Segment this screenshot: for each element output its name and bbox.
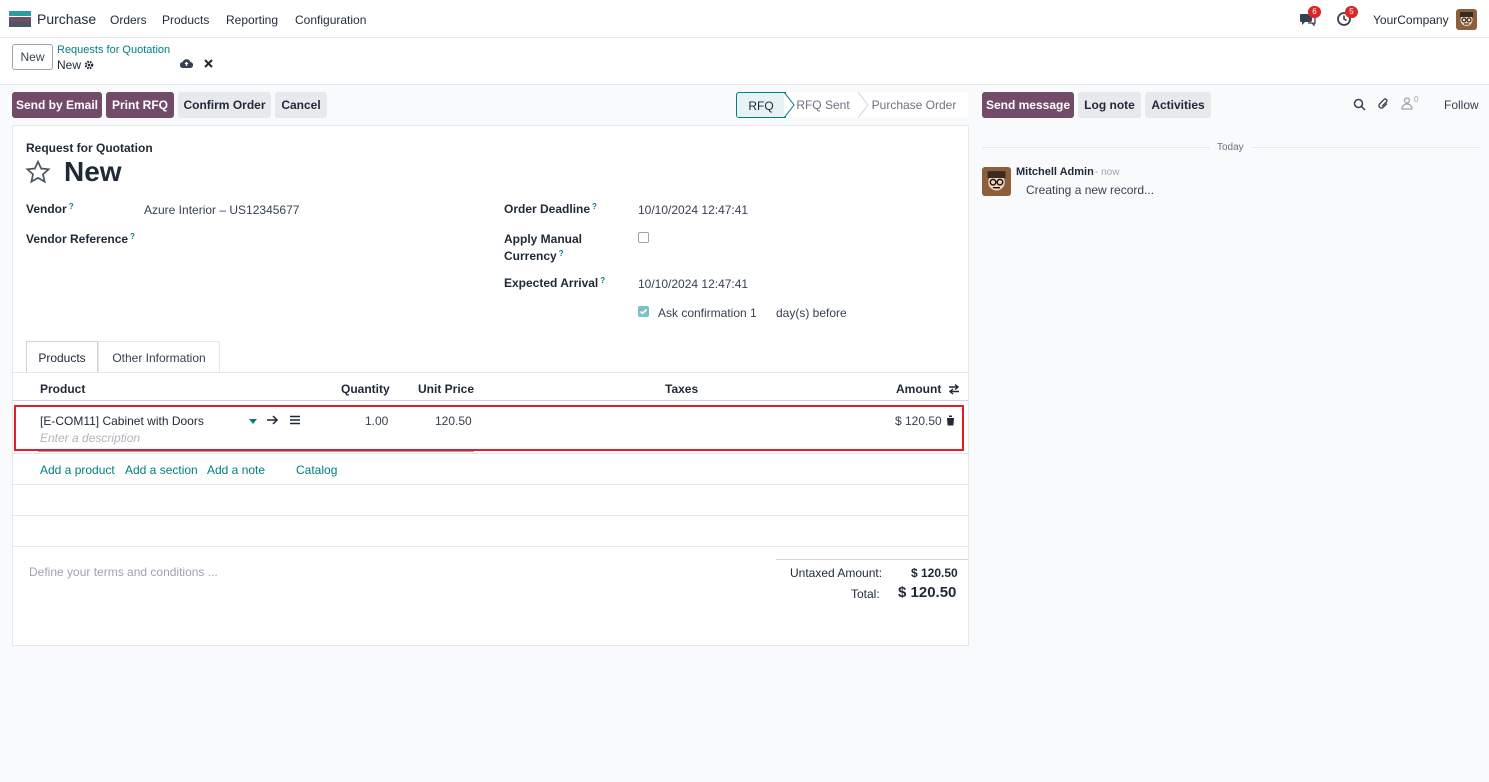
message-author[interactable]: Mitchell Admin [1016, 166, 1094, 178]
user-avatar[interactable] [1456, 9, 1477, 30]
untaxed-amount-value: $ 120.50 [911, 566, 958, 580]
col-unit-price[interactable]: Unit Price [418, 382, 474, 396]
product-line-unit-price[interactable]: 120.50 [435, 414, 472, 428]
chevron-down-icon[interactable] [249, 419, 257, 424]
status-rfq[interactable]: RFQ [736, 92, 786, 118]
save-cloud-icon[interactable] [179, 58, 194, 69]
message-body: Creating a new record... [1026, 183, 1155, 197]
col-quantity[interactable]: Quantity [341, 382, 390, 396]
breadcrumb-current: New [57, 58, 82, 72]
tabs-divider [13, 372, 968, 373]
message-time: - now [1095, 167, 1120, 178]
messages-icon[interactable]: 6 [1299, 6, 1321, 27]
control-panel: New Requests for Quotation New [0, 38, 1489, 85]
product-line-quantity[interactable]: 1.00 [365, 414, 388, 428]
vendor-label: Vendor? [26, 202, 74, 216]
catalog-link[interactable]: Catalog [296, 463, 337, 477]
product-line-row-highlight[interactable] [14, 405, 964, 451]
col-amount[interactable]: Amount [896, 382, 941, 396]
product-line-product-field[interactable]: [E-COM11] Cabinet with Doors [40, 414, 204, 428]
activities-button[interactable]: Activities [1145, 92, 1211, 118]
followers-user-icon[interactable] [1401, 97, 1413, 110]
paperclip-icon[interactable] [1377, 97, 1390, 111]
status-rfq-sent[interactable]: RFQ Sent [786, 92, 860, 118]
app-logo-icon[interactable] [9, 11, 31, 27]
record-title[interactable]: New [64, 156, 122, 188]
gear-icon[interactable] [84, 59, 94, 70]
new-button[interactable]: New [12, 44, 53, 70]
date-separator-line-left [982, 147, 1210, 148]
tab-products[interactable]: Products [26, 341, 98, 373]
col-taxes[interactable]: Taxes [665, 382, 698, 396]
search-icon[interactable] [1353, 98, 1366, 111]
tab-other-information[interactable]: Other Information [98, 341, 220, 373]
activities-badge: 5 [1345, 6, 1358, 18]
expected-arrival-field[interactable]: 10/10/2024 12:47:41 [638, 277, 748, 291]
manual-currency-label-1: Apply Manual [504, 232, 583, 246]
add-product-link[interactable]: Add a product [40, 463, 115, 477]
add-section-link[interactable]: Add a section [125, 463, 198, 477]
activities-clock-icon[interactable]: 5 [1336, 6, 1358, 27]
star-priority-icon[interactable] [25, 159, 51, 185]
cancel-button[interactable]: Cancel [275, 92, 327, 118]
optional-columns-icon[interactable] [948, 383, 960, 395]
add-note-link[interactable]: Add a note [207, 463, 265, 477]
ask-confirmation-days-input[interactable]: 1 [750, 306, 757, 320]
manual-currency-checkbox[interactable] [638, 232, 649, 243]
empty-row-divider-3 [13, 546, 968, 547]
messages-badge: 6 [1308, 6, 1321, 18]
log-note-button[interactable]: Log note [1078, 92, 1141, 118]
total-label: Total: [851, 587, 880, 601]
total-value: $ 120.50 [898, 584, 957, 601]
days-before-label: day(s) before [776, 306, 847, 320]
follow-button[interactable]: Follow [1444, 98, 1479, 112]
arrow-right-icon[interactable] [267, 415, 279, 425]
ask-confirmation-checkbox[interactable] [638, 306, 649, 317]
bars-menu-icon[interactable] [290, 415, 300, 425]
print-rfq-button[interactable]: Print RFQ [106, 92, 174, 118]
status-arrow-1 [784, 92, 795, 118]
top-navbar: Purchase Orders Products Reporting Confi… [0, 0, 1489, 38]
vendor-reference-label: Vendor Reference? [26, 232, 135, 246]
product-line-amount: $ 120.50 [895, 414, 942, 428]
discard-close-icon[interactable] [203, 58, 214, 69]
send-message-button[interactable]: Send message [982, 92, 1074, 118]
description-underline [38, 451, 474, 452]
status-arrow-2 [858, 92, 869, 118]
date-separator-line-right [1252, 147, 1480, 148]
menu-configuration[interactable]: Configuration [295, 13, 366, 27]
product-line-description-input[interactable]: Enter a description [40, 431, 140, 445]
menu-orders[interactable]: Orders [110, 13, 147, 27]
expected-arrival-label: Expected Arrival? [504, 276, 606, 290]
terms-conditions-input[interactable]: Define your terms and conditions ... [29, 565, 218, 579]
totals-divider [776, 559, 968, 560]
empty-row-divider-1 [13, 484, 968, 485]
menu-reporting[interactable]: Reporting [226, 13, 278, 27]
empty-row-divider-2 [13, 515, 968, 516]
breadcrumb-parent[interactable]: Requests for Quotation [57, 44, 170, 56]
header-divider [13, 400, 968, 401]
ask-confirmation-label: Ask confirmation [658, 306, 747, 320]
manual-currency-label-2: Currency? [504, 249, 564, 263]
followers-count: 0 [1414, 95, 1419, 104]
order-deadline-label: Order Deadline? [504, 202, 597, 216]
trash-icon[interactable] [946, 415, 955, 426]
company-switcher[interactable]: YourCompany [1373, 13, 1449, 27]
untaxed-amount-label: Untaxed Amount: [790, 566, 883, 580]
order-deadline-field[interactable]: 10/10/2024 12:47:41 [638, 203, 748, 217]
send-by-email-button[interactable]: Send by Email [12, 92, 102, 118]
confirm-order-button[interactable]: Confirm Order [178, 92, 271, 118]
doc-type-label: Request for Quotation [26, 141, 153, 155]
menu-products[interactable]: Products [162, 13, 209, 27]
status-purchase-order[interactable]: Purchase Order [860, 92, 968, 118]
app-name[interactable]: Purchase [37, 11, 96, 27]
date-separator: Today [1217, 142, 1244, 153]
message-author-avatar[interactable] [982, 167, 1011, 196]
row-divider [13, 453, 968, 454]
vendor-field[interactable]: Azure Interior – US12345677 [144, 203, 299, 217]
col-product[interactable]: Product [40, 382, 85, 396]
